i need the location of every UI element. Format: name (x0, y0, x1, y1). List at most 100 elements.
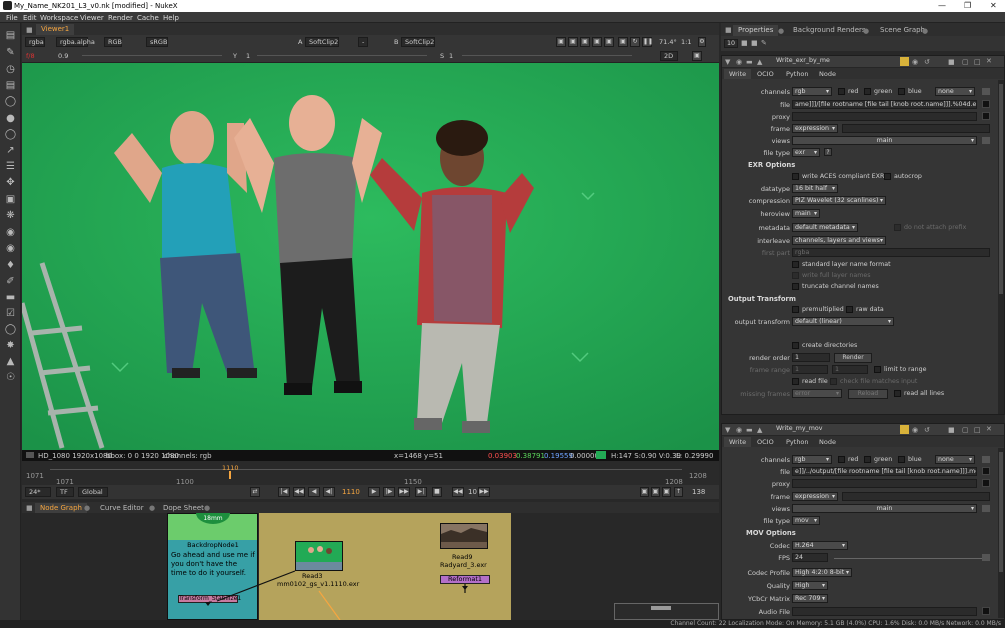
timeline[interactable]: 1071 1071 1100 1150 1208 1110 1208 (22, 461, 719, 486)
scroll-thumb[interactable] (999, 452, 1003, 572)
info-toggle-icon[interactable] (26, 452, 34, 458)
render-order-input[interactable]: 1 (792, 353, 830, 362)
filter-icon[interactable]: ● (4, 112, 17, 125)
close-icon[interactable]: ✕ (990, 1, 997, 10)
views-dropdown[interactable]: main (792, 136, 977, 145)
ycbcr-dropdown[interactable]: Rec 709 (792, 594, 828, 603)
minimap-viewport[interactable] (651, 606, 671, 610)
last-frame-icon[interactable]: ▶| (415, 487, 427, 497)
roi-icon[interactable]: ▣ (556, 37, 566, 47)
loop-icon[interactable]: ⇄ (250, 487, 260, 497)
green-checkbox[interactable] (864, 456, 871, 463)
layers-icon[interactable]: ☰ (4, 160, 17, 173)
transform-icon[interactable]: ✥ (4, 176, 17, 189)
audio-file-input[interactable] (792, 607, 977, 616)
restore-icon[interactable]: ❐ (964, 1, 971, 10)
step-forward-icon[interactable]: ▶▶ (478, 487, 490, 497)
file-path-input[interactable]: ame]]]/[file rootname [file tail [knob r… (792, 100, 977, 109)
tab-python[interactable]: Python (781, 69, 814, 79)
saturation-value[interactable]: 1 (449, 52, 453, 60)
channels-dropdown[interactable]: rgb (792, 87, 832, 96)
input-a-dropdown[interactable]: SoftClip2 (305, 37, 339, 47)
float-panel-icon[interactable]: ▢ (962, 58, 969, 66)
alpha-dropdown[interactable]: rgba.alpha (56, 37, 95, 47)
viewer-image[interactable] (22, 63, 719, 450)
draw-icon[interactable]: ✎ (4, 46, 17, 59)
metadata-icon[interactable]: ♦ (4, 259, 17, 272)
metadata-dropdown[interactable]: default metadata (792, 223, 858, 232)
detach-icon[interactable]: □ (974, 426, 981, 434)
folder-icon[interactable] (982, 467, 990, 475)
lock-icon[interactable]: ▣ (618, 37, 628, 47)
timeline-start[interactable]: 1071 (26, 472, 44, 480)
time-icon[interactable]: ◷ (4, 63, 17, 76)
lut-dropdown[interactable]: sRGB (146, 37, 168, 47)
tab-ocio[interactable]: OCIO (752, 437, 779, 447)
gain-value[interactable]: 0.9 (58, 52, 68, 60)
codec-dropdown[interactable]: H.264 (792, 541, 848, 550)
end-frame-field[interactable]: 138 (692, 488, 705, 496)
step-back-icon[interactable]: ◀◀ (452, 487, 464, 497)
step-increment[interactable]: 10 (468, 488, 477, 496)
undo-icon[interactable] (900, 57, 909, 66)
reload-button[interactable]: Reload (848, 389, 888, 399)
clip-icon[interactable]: ▣ (604, 37, 614, 47)
check-file-checkbox[interactable] (830, 378, 837, 385)
alpha-dropdown[interactable]: none (935, 87, 975, 96)
menu-edit[interactable]: Edit (23, 14, 37, 22)
mask-icon[interactable]: ▣ (592, 37, 602, 47)
tab-background-renders[interactable]: Background Renders (788, 25, 871, 36)
file-path-input[interactable]: e]]/../output/[file rootname [file tail … (792, 467, 977, 476)
ocula-icon[interactable]: ◯ (4, 323, 17, 336)
particles-icon[interactable]: ❋ (4, 209, 17, 222)
premultiplied-checkbox[interactable] (792, 306, 799, 313)
tab-close-icon[interactable]: ● (922, 27, 928, 35)
fps-slider[interactable] (834, 558, 982, 559)
globe-icon[interactable]: ☉ (4, 371, 17, 384)
no-prefix-checkbox[interactable] (894, 224, 901, 231)
pane-menu-icon[interactable]: ■ (26, 504, 33, 512)
node-color-icon[interactable]: ◉ (736, 58, 742, 66)
heroview-dropdown[interactable]: main (792, 209, 820, 218)
gain-slider[interactable] (82, 55, 222, 56)
views-menu-icon[interactable] (982, 505, 990, 512)
views-dropdown[interactable]: main (792, 504, 977, 513)
compression-dropdown[interactable]: PIZ Wavelet (32 scanlines) (792, 196, 886, 205)
channels-dropdown[interactable]: rgba (25, 37, 45, 47)
timecode-dropdown[interactable]: TF (56, 487, 74, 497)
tab-write[interactable]: Write (724, 69, 752, 79)
autocrop-checkbox[interactable] (884, 173, 891, 180)
tab-node[interactable]: Node (814, 437, 841, 447)
frame-expression-input[interactable] (842, 492, 990, 501)
folder-icon[interactable] (982, 100, 990, 108)
fps-menu-icon[interactable] (982, 554, 990, 561)
read-file-checkbox[interactable] (792, 378, 799, 385)
alpha-dropdown[interactable]: none (935, 455, 975, 464)
redo-icon[interactable]: ◉ (912, 58, 918, 66)
refresh-icon[interactable]: ↻ (630, 37, 640, 47)
play-back-icon[interactable]: ◀ (308, 487, 320, 497)
other-icon[interactable]: ▬ (4, 291, 17, 304)
missing-frames-dropdown[interactable]: error (792, 389, 842, 398)
codec-profile-dropdown[interactable]: High 4:2:0 8-bit (792, 568, 852, 577)
viewer-icon[interactable]: ▲ (757, 426, 762, 434)
pane-menu-icon[interactable]: ■ (26, 26, 33, 34)
green-checkbox[interactable] (864, 88, 871, 95)
out-point-icon[interactable]: ▣ (651, 487, 660, 497)
menu-cache[interactable]: Cache (137, 14, 159, 22)
node-name-field[interactable]: Write_my_mov (774, 425, 892, 434)
red-checkbox[interactable] (838, 88, 845, 95)
lock-icon[interactable]: ■ (741, 39, 748, 47)
tab-close-icon[interactable]: ● (149, 504, 155, 512)
prev-key-icon[interactable]: ◀◀ (293, 487, 305, 497)
view-mode-dropdown[interactable]: 2D (660, 51, 678, 61)
collapse-icon[interactable]: ▼ (725, 426, 730, 434)
saturation-slider[interactable] (462, 55, 632, 56)
menu-render[interactable]: Render (108, 14, 133, 22)
furnace-icon[interactable]: ☑ (4, 307, 17, 320)
detach-icon[interactable]: □ (974, 58, 981, 66)
collapse-icon[interactable]: ▼ (725, 58, 730, 66)
max-panels-field[interactable]: 10 (724, 39, 738, 48)
truncate-checkbox[interactable] (792, 283, 799, 290)
filetype-dropdown[interactable]: mov (792, 516, 820, 525)
